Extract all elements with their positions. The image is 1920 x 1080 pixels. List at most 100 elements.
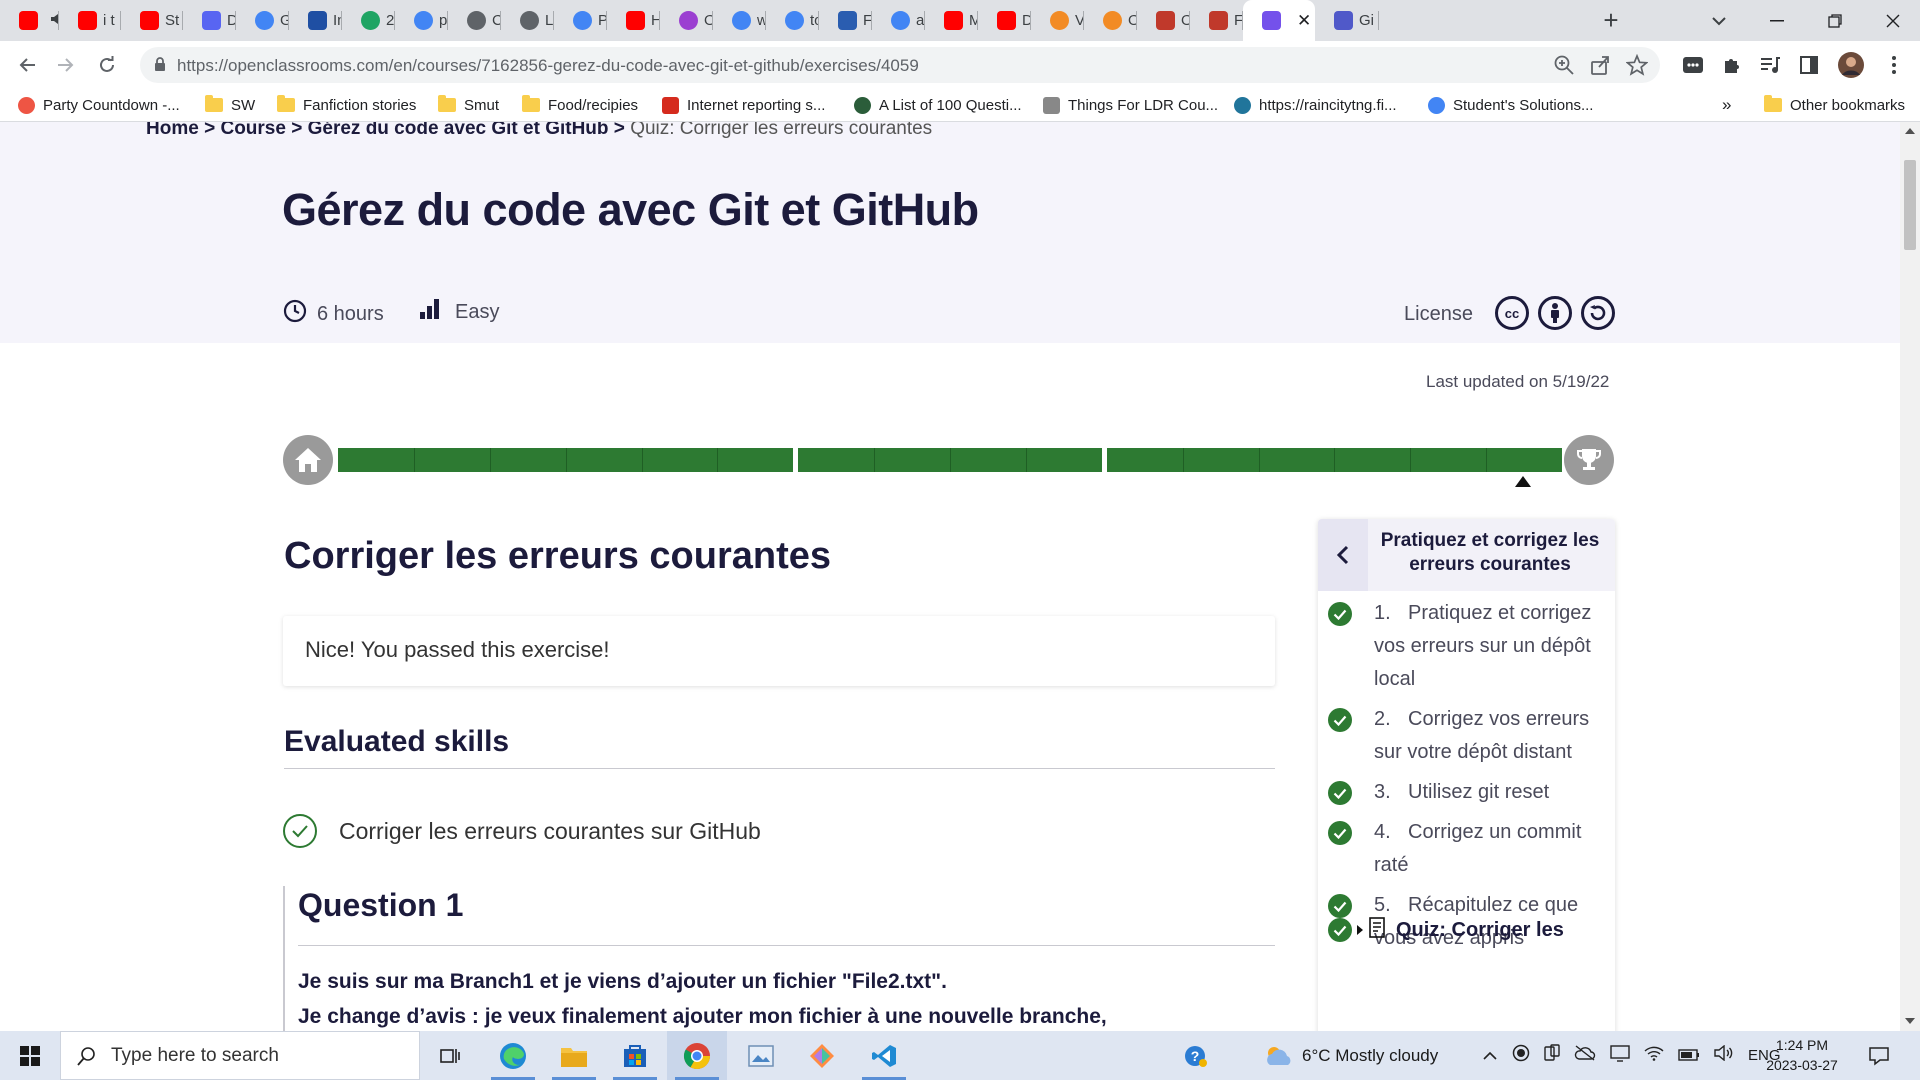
tab-label: Di — [227, 12, 236, 29]
home-progress-button[interactable] — [283, 435, 333, 485]
creative-commons-icon[interactable]: cc — [1495, 296, 1529, 330]
bookmark-item[interactable]: Smut — [438, 89, 499, 121]
scroll-up-arrow-icon[interactable] — [1905, 128, 1915, 134]
tab[interactable]: Cl — [448, 0, 501, 41]
tab[interactable]: Gc — [236, 0, 289, 41]
tab[interactable]: M — [925, 0, 978, 41]
close-window-button[interactable] — [1864, 0, 1920, 41]
help-tray-icon[interactable]: ? — [1183, 1031, 1209, 1080]
tab[interactable]: H — [607, 0, 660, 41]
profile-avatar[interactable] — [1837, 51, 1865, 79]
bookmark-item[interactable]: Food/recipies — [522, 89, 638, 121]
record-icon[interactable] — [1512, 1044, 1530, 1067]
address-bar[interactable]: https://openclassrooms.com/en/courses/71… — [140, 47, 1660, 83]
tab[interactable]: Fu — [1190, 0, 1243, 41]
display-icon[interactable] — [1610, 1044, 1630, 1067]
other-bookmarks-folder[interactable]: Other bookmarks — [1764, 89, 1905, 121]
task-view-icon[interactable] — [420, 1031, 480, 1080]
tab[interactable]: 2 — [342, 0, 395, 41]
bookmark-item[interactable]: Internet reporting s... — [662, 89, 825, 121]
collapse-panel-button[interactable] — [1318, 519, 1368, 591]
scroll-thumb[interactable] — [1904, 160, 1916, 250]
extensions-puzzle-icon[interactable] — [1718, 51, 1746, 79]
vscode-app-icon[interactable] — [854, 1031, 914, 1080]
image-viewer-app-icon[interactable] — [731, 1031, 791, 1080]
tab[interactable]: to — [766, 0, 819, 41]
tab[interactable]: wi — [713, 0, 766, 41]
new-tab-button[interactable]: + — [1590, 0, 1632, 41]
bookmark-item[interactable]: Party Countdown -... — [18, 89, 180, 121]
tab[interactable]: O — [1084, 0, 1137, 41]
side-panel-icon[interactable] — [1795, 51, 1823, 79]
media-control-icon[interactable] — [1756, 51, 1784, 79]
tab-label: Di — [1022, 12, 1031, 29]
close-tab-icon[interactable]: ✕ — [1297, 11, 1311, 31]
browser-menu-icon[interactable] — [1880, 51, 1908, 79]
chrome-app-icon[interactable] — [667, 1031, 727, 1080]
taskbar-clock[interactable]: 1:24 PM 2023-03-27 — [1765, 1035, 1839, 1075]
start-button[interactable] — [0, 1031, 60, 1080]
phone-link-icon[interactable] — [1544, 1044, 1560, 1067]
zoom-icon[interactable] — [1553, 54, 1575, 81]
bookmark-item[interactable]: A List of 100 Questi... — [854, 89, 1022, 121]
tab[interactable] — [0, 0, 59, 41]
google-icon — [1428, 96, 1445, 114]
scroll-down-arrow-icon[interactable] — [1905, 1018, 1915, 1024]
tab[interactable]: as — [872, 0, 925, 41]
tab[interactable]: Li — [501, 0, 554, 41]
reload-button[interactable] — [91, 49, 123, 81]
tab[interactable]: pc — [395, 0, 448, 41]
bookmark-item[interactable]: Fanfiction stories — [277, 89, 416, 121]
battery-icon[interactable] — [1678, 1046, 1700, 1066]
panel-quiz-item[interactable]: Quiz: Corriger les — [1328, 916, 1564, 944]
tab[interactable]: Fc — [819, 0, 872, 41]
weather-widget[interactable]: 6°C Mostly cloudy — [1262, 1031, 1438, 1080]
breadcrumb-home-link[interactable]: Home — [146, 122, 199, 139]
folder-icon — [522, 95, 540, 112]
git-kraken-app-icon[interactable] — [792, 1031, 852, 1080]
store-app-icon[interactable] — [605, 1031, 665, 1080]
tab-search-chevron-icon[interactable] — [1690, 0, 1748, 41]
forward-button[interactable] — [50, 49, 82, 81]
edge-app-icon[interactable] — [483, 1031, 543, 1080]
breadcrumb: Home > Course > Gérez du code avec Git e… — [146, 122, 932, 140]
file-explorer-app-icon[interactable] — [544, 1031, 604, 1080]
taskbar-search-box[interactable]: Type here to search — [60, 1031, 420, 1080]
tab-label: Pi — [598, 12, 607, 29]
breadcrumb-title-link[interactable]: Gérez du code avec Git et GitHub — [308, 122, 609, 139]
tab[interactable]: i t — [59, 0, 121, 41]
progress-step-divider — [565, 448, 567, 472]
tab[interactable]: Di — [978, 0, 1031, 41]
tab[interactable]: Di — [183, 0, 236, 41]
tab[interactable]: St — [121, 0, 183, 41]
breadcrumb-course-link[interactable]: Course — [220, 122, 285, 139]
wifi-icon[interactable] — [1644, 1045, 1664, 1066]
bookmark-item[interactable]: SW — [205, 89, 255, 121]
tab[interactable]: Vi — [1031, 0, 1084, 41]
share-icon[interactable] — [1589, 54, 1611, 81]
tab[interactable]: O — [1137, 0, 1190, 41]
tab-audio-muted-icon[interactable] — [50, 12, 59, 29]
tab[interactable]: O — [660, 0, 713, 41]
volume-icon[interactable] — [1714, 1044, 1734, 1066]
show-hidden-icons-chevron-icon[interactable] — [1482, 1046, 1498, 1066]
bookmarks-overflow-button[interactable]: » — [1722, 89, 1731, 121]
trophy-button[interactable] — [1564, 435, 1614, 485]
bookmark-star-icon[interactable] — [1625, 53, 1649, 81]
bookmark-item[interactable]: https://raincitytng.fi... — [1234, 89, 1397, 121]
notifications-icon[interactable] — [1849, 1031, 1909, 1080]
tab[interactable]: Pi — [554, 0, 607, 41]
bookmark-item[interactable]: Things For LDR Cou... — [1043, 89, 1218, 121]
share-alike-icon[interactable] — [1581, 296, 1615, 330]
cloud-sync-icon[interactable] — [1574, 1045, 1596, 1066]
back-button[interactable] — [11, 49, 43, 81]
bookmark-item[interactable]: Student's Solutions... — [1428, 89, 1593, 121]
tab-active[interactable]: ✕ — [1243, 0, 1315, 41]
tab[interactable]: Gi — [1315, 0, 1379, 41]
tab[interactable]: In — [289, 0, 342, 41]
extension-password-icon[interactable] — [1679, 51, 1707, 79]
minimize-button[interactable] — [1748, 0, 1806, 41]
page-scrollbar[interactable] — [1900, 122, 1920, 1031]
restore-button[interactable] — [1806, 0, 1864, 41]
attribution-icon[interactable] — [1538, 296, 1572, 330]
